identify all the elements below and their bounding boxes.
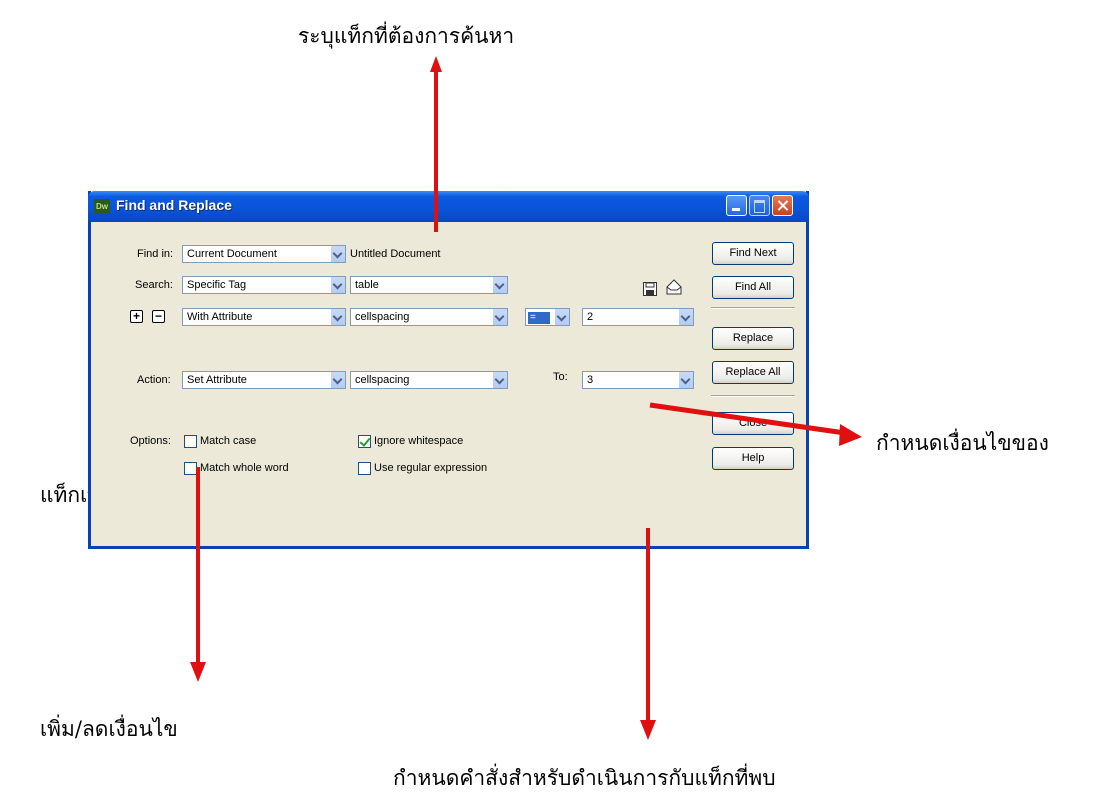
minimize-button[interactable] [726,195,747,216]
replace-button[interactable]: Replace [712,327,794,350]
arrow-up-head-icon [430,56,442,72]
action-attribute-value: cellspacing [355,374,410,386]
tag-value: table [355,279,379,291]
action-attribute-select[interactable]: cellspacing [350,371,508,389]
arrow-right-icon [649,402,862,446]
match-case-checkbox[interactable] [184,435,197,448]
condition-select[interactable]: With Attribute [182,308,346,326]
search-label: Search: [135,279,173,291]
caption-add-remove-condition: เพิ่ม/ลดเงื่อนไข [40,717,178,741]
use-regex-checkbox[interactable] [358,462,371,475]
find-in-label: Find in: [137,248,174,260]
dreamweaver-app-icon: Dw [94,199,110,214]
chevron-down-icon [330,246,345,262]
action-value: Set Attribute [187,374,247,386]
arrow-down-right-line [646,528,650,724]
attribute-value: cellspacing [355,311,410,323]
maximize-button[interactable] [749,195,770,216]
arrow-down-left-head-icon [190,662,206,682]
search-type-select[interactable]: Specific Tag [182,276,346,294]
chevron-down-icon [492,372,507,388]
attribute-value-select[interactable]: 2 [582,308,694,326]
ignore-whitespace-label: Ignore whitespace [374,435,464,447]
close-window-button[interactable] [772,195,793,216]
attribute-select[interactable]: cellspacing [350,308,508,326]
save-query-icon[interactable] [643,282,657,296]
use-regex-label: Use regular expression [374,462,488,474]
plus-icon: + [132,309,140,323]
load-query-icon[interactable] [665,279,683,296]
window-title: Find and Replace [116,197,232,213]
operator-select[interactable]: = [525,308,570,326]
attribute-value-text: 2 [587,311,594,323]
match-whole-word-label: Match whole word [200,462,289,474]
tag-select[interactable]: table [350,276,508,294]
to-value-select[interactable]: 3 [582,371,694,389]
match-case-label: Match case [200,435,257,447]
ignore-whitespace-checkbox[interactable] [358,435,371,448]
chevron-down-icon [330,277,345,293]
caption-action-command: กำหนดคำสั่งสำหรับดำเนินการกับแท็กที่พบ [393,766,776,790]
caption-attribute-condition: กำหนดเงื่อนไขของ [876,431,1049,455]
find-all-button[interactable]: Find All [712,276,794,299]
find-in-select[interactable]: Current Document [182,245,346,263]
arrow-up-line [434,70,438,232]
search-type-value: Specific Tag [187,279,247,291]
replace-all-button[interactable]: Replace All [712,361,794,384]
to-label: To: [553,371,568,383]
action-label: Action: [137,374,171,386]
add-condition-button[interactable]: + [130,310,143,323]
options-label: Options: [130,435,171,447]
chevron-down-icon [492,309,507,325]
chevron-down-icon [330,309,345,325]
operator-value: = [528,312,550,324]
find-in-value: Current Document [187,248,277,260]
to-value: 3 [587,374,594,386]
chevron-down-icon [492,277,507,293]
arrow-down-left-line [196,467,200,665]
button-separator [711,307,795,309]
chevron-down-icon [678,309,693,325]
chevron-down-icon [678,372,693,388]
minus-icon: − [154,309,162,323]
remove-condition-button[interactable]: − [152,310,165,323]
arrow-down-right-head-icon [640,720,656,740]
caption-specify-tag: ระบุแท็กที่ต้องการค้นหา [298,24,515,48]
title-bar[interactable]: Dw Find and Replace [88,191,809,222]
condition-value: With Attribute [187,311,253,323]
chevron-down-icon [554,309,569,325]
find-next-button[interactable]: Find Next [712,242,794,265]
action-select[interactable]: Set Attribute [182,371,346,389]
chevron-down-icon [330,372,345,388]
find-in-document-name: Untitled Document [350,248,441,260]
